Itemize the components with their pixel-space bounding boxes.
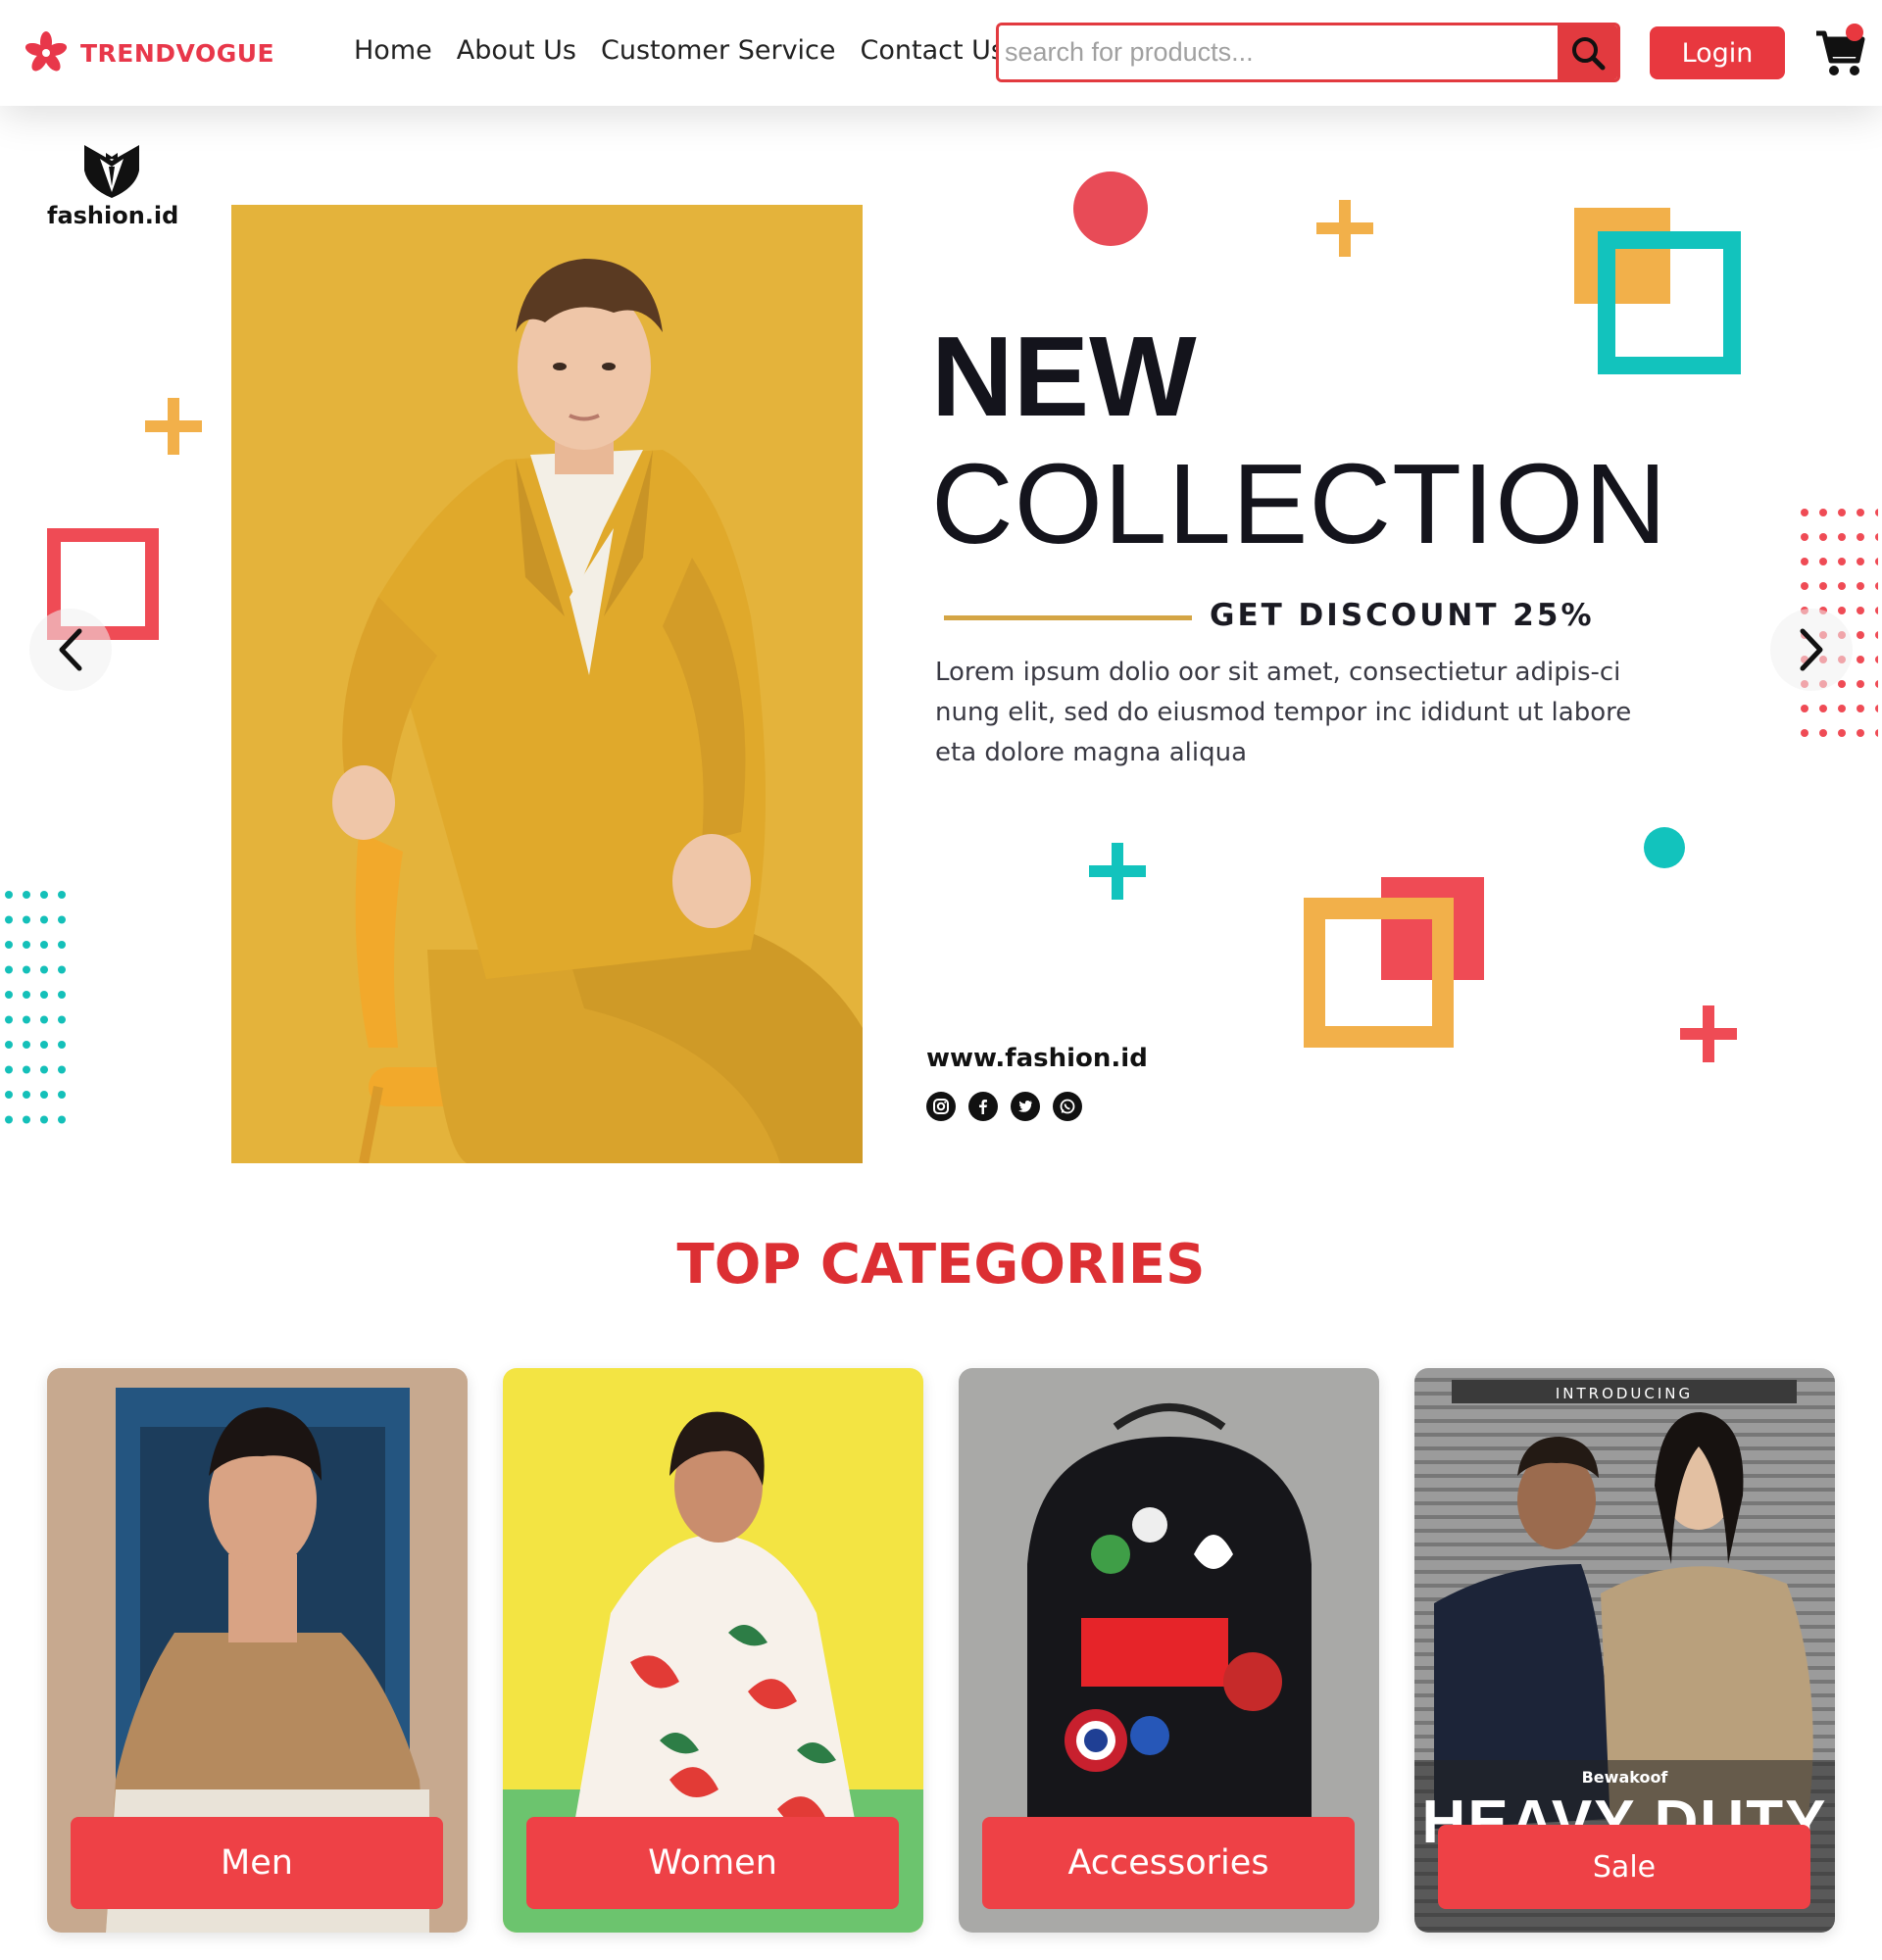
search-input[interactable] bbox=[999, 25, 1558, 79]
flower-logo-icon bbox=[25, 31, 68, 72]
cart-badge bbox=[1846, 24, 1863, 41]
hero-description: Lorem ipsum dolio oor sit amet, consecti… bbox=[935, 658, 1632, 767]
hero-model-photo bbox=[231, 205, 863, 1163]
discount-divider bbox=[944, 615, 1192, 620]
social-links bbox=[926, 1092, 1082, 1121]
whatsapp-icon[interactable] bbox=[1053, 1092, 1082, 1121]
teal-dots-decoration bbox=[4, 890, 74, 1135]
circle-decoration bbox=[1073, 172, 1148, 246]
top-categories-heading: TOP CATEGORIES bbox=[676, 1233, 1206, 1297]
sale-banner-introducing: INTRODUCING bbox=[1555, 1385, 1694, 1402]
circle-decoration bbox=[1644, 827, 1685, 868]
nav-about-us[interactable]: About Us bbox=[457, 35, 576, 66]
nav-contact-us[interactable]: Contact Us bbox=[861, 35, 1005, 66]
hero-banner: fashion.id NEW COLLECTION GET DISCOUNT 2… bbox=[0, 106, 1882, 1176]
brand-logo[interactable]: TRENDVOGUE bbox=[24, 29, 274, 76]
search-bar bbox=[996, 23, 1620, 82]
square-decoration bbox=[1574, 208, 1741, 374]
category-button-women[interactable]: Women bbox=[526, 1817, 899, 1909]
fashion-logo-text: fashion.id bbox=[47, 202, 179, 229]
plus-decoration bbox=[1680, 1005, 1737, 1062]
tuxedo-logo-icon bbox=[84, 145, 139, 198]
website-link[interactable]: www.fashion.id bbox=[926, 1044, 1148, 1073]
chevron-left-icon bbox=[59, 628, 82, 671]
hero-title-line1: NEW bbox=[931, 313, 1197, 440]
search-button[interactable] bbox=[1558, 25, 1617, 79]
category-card-sale[interactable]: INTRODUCING Bewakoof HEAVY DUTY Sale bbox=[1414, 1368, 1835, 1933]
facebook-icon[interactable] bbox=[968, 1092, 998, 1121]
carousel-prev-button[interactable] bbox=[29, 609, 112, 691]
plus-decoration bbox=[1089, 843, 1146, 900]
nav-customer-service[interactable]: Customer Service bbox=[601, 35, 836, 66]
main-nav: Home About Us Customer Service Contact U… bbox=[354, 35, 1005, 66]
category-button-sale[interactable]: Sale bbox=[1438, 1825, 1810, 1909]
instagram-icon[interactable] bbox=[926, 1092, 956, 1121]
login-button[interactable]: Login bbox=[1650, 26, 1785, 79]
carousel-next-button[interactable] bbox=[1770, 609, 1853, 691]
fashion-id-logo: fashion.id bbox=[47, 141, 179, 229]
category-card-women[interactable]: Women bbox=[503, 1368, 923, 1933]
category-card-accessories[interactable]: Accessories bbox=[959, 1368, 1379, 1933]
brand-name: TRENDVOGUE bbox=[80, 38, 275, 68]
discount-text: GET DISCOUNT 25% bbox=[1210, 598, 1595, 633]
twitter-icon[interactable] bbox=[1011, 1092, 1040, 1121]
plus-decoration bbox=[145, 398, 202, 455]
nav-home[interactable]: Home bbox=[354, 35, 432, 66]
square-decoration bbox=[1304, 877, 1484, 1048]
category-button-men[interactable]: Men bbox=[71, 1817, 443, 1909]
hero-title-line2: COLLECTION bbox=[931, 440, 1668, 567]
category-card-men[interactable]: Men bbox=[47, 1368, 468, 1933]
sale-banner-brand: Bewakoof bbox=[1581, 1768, 1668, 1787]
plus-decoration bbox=[1316, 200, 1373, 257]
search-icon bbox=[1571, 36, 1605, 70]
chevron-right-icon bbox=[1800, 628, 1823, 671]
top-navbar: TRENDVOGUE Home About Us Customer Servic… bbox=[0, 0, 1882, 106]
category-button-accessories[interactable]: Accessories bbox=[982, 1817, 1355, 1909]
